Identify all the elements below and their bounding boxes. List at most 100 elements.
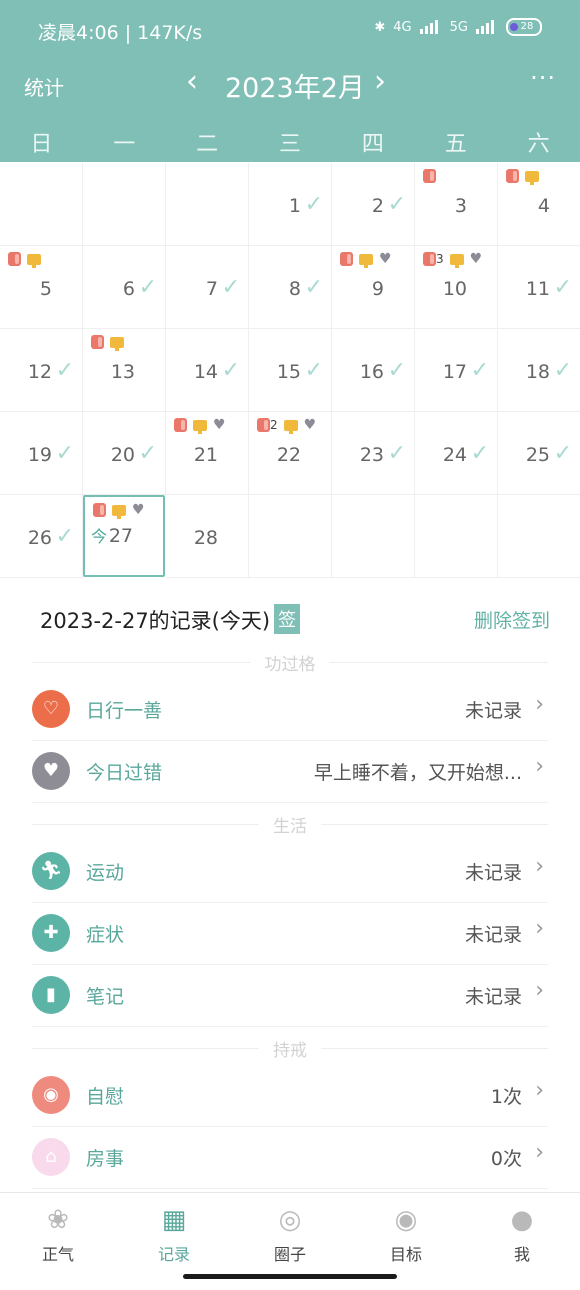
day-number: 2 bbox=[371, 195, 384, 217]
day-number: 23 bbox=[359, 444, 384, 466]
day-number: 14 bbox=[193, 361, 218, 383]
day-icons: ♥ bbox=[93, 503, 145, 519]
row-value: 早上睡不着，又开始想... bbox=[313, 762, 522, 784]
calendar-cell[interactable]: 18 ✓ bbox=[498, 329, 580, 412]
calendar-cell[interactable]: 7 ✓ bbox=[166, 246, 249, 329]
day-number: 25 bbox=[525, 444, 550, 466]
check-icon: ✓ bbox=[470, 441, 489, 466]
calendar-cell[interactable] bbox=[415, 495, 498, 578]
monitor-icon bbox=[110, 336, 124, 351]
calendar-cell[interactable]: 20 ✓ bbox=[83, 412, 166, 495]
chevron-right-icon: › bbox=[535, 1078, 544, 1103]
calendar-cell[interactable]: 24 ✓ bbox=[415, 412, 498, 495]
chevron-right-icon: › bbox=[535, 854, 544, 879]
record-row[interactable]: ✚ 症状 未记录 › bbox=[32, 902, 548, 965]
calendar-cell[interactable]: 25 ✓ bbox=[498, 412, 580, 495]
check-icon: ✓ bbox=[304, 358, 323, 383]
weekday-label: 二 bbox=[196, 132, 219, 157]
monitor-icon bbox=[525, 170, 539, 185]
check-icon: ✓ bbox=[553, 275, 572, 300]
network-label-5g: 5G bbox=[449, 19, 468, 35]
calendar-cell[interactable] bbox=[498, 495, 580, 578]
tab-person[interactable]: ● 我 bbox=[464, 1193, 580, 1290]
row-value: 1次 bbox=[490, 1086, 522, 1108]
check-icon: ✓ bbox=[304, 275, 323, 300]
calendar-cell[interactable]: ♥ 9 bbox=[332, 246, 415, 329]
next-month-button[interactable]: › bbox=[374, 64, 386, 99]
calendar-cell[interactable]: 26 ✓ bbox=[0, 495, 83, 578]
calendar-cell[interactable]: 8 ✓ bbox=[249, 246, 332, 329]
calendar-cell[interactable]: 1 ✓ bbox=[249, 163, 332, 246]
roll-icon bbox=[91, 335, 104, 349]
check-icon: ✓ bbox=[470, 358, 489, 383]
row-label: 自慰 bbox=[86, 1086, 125, 1108]
broken-heart-icon: ♥ bbox=[469, 251, 483, 267]
heart-icon: ♡ bbox=[32, 690, 70, 728]
calendar-cell[interactable]: 5 bbox=[0, 246, 83, 329]
day-number: 28 bbox=[193, 527, 218, 549]
calendar-cell[interactable]: 6 ✓ bbox=[83, 246, 166, 329]
calendar-cell[interactable]: 15 ✓ bbox=[249, 329, 332, 412]
prev-month-button[interactable]: ‹ bbox=[186, 64, 198, 99]
calendar-cell[interactable]: 23 ✓ bbox=[332, 412, 415, 495]
broken-heart-icon: ♥ bbox=[213, 417, 226, 433]
check-icon: ✓ bbox=[138, 441, 157, 466]
day-number: 19 bbox=[27, 444, 52, 466]
more-button[interactable]: ··· bbox=[530, 64, 556, 92]
home-indicator bbox=[183, 1274, 397, 1279]
calendar-cell[interactable]: 3 ♥ 10 bbox=[415, 246, 498, 329]
day-number: 3 bbox=[454, 195, 467, 217]
record-row[interactable]: 🏃︎ 运动 未记录 › bbox=[32, 840, 548, 903]
bluetooth-icon: ✱ bbox=[374, 19, 386, 35]
calendar-cell[interactable] bbox=[249, 495, 332, 578]
calendar-cell[interactable]: 12 ✓ bbox=[0, 329, 83, 412]
tab-label: 我 bbox=[513, 1245, 530, 1264]
tab-lotus[interactable]: ❀ 正气 bbox=[0, 1193, 116, 1290]
calendar-cell[interactable] bbox=[83, 163, 166, 246]
calendar-cell[interactable]: 2 ✓ bbox=[332, 163, 415, 246]
calendar-cell[interactable]: 2 ♥ 22 bbox=[249, 412, 332, 495]
chevron-right-icon: › bbox=[535, 978, 544, 1003]
record-row[interactable]: ◉ 自慰 1次 › bbox=[32, 1064, 548, 1127]
calendar-cell[interactable]: 3 bbox=[415, 163, 498, 246]
record-row[interactable]: ♥ 今日过错 早上睡不着，又开始想... › bbox=[32, 740, 548, 803]
broken-heart-icon: ♥ bbox=[379, 251, 392, 267]
roll-icon bbox=[93, 503, 106, 517]
record-row[interactable]: ♡ 日行一善 未记录 › bbox=[32, 678, 548, 741]
weekday-row: 日 一 二 三 四 五 六 bbox=[0, 126, 580, 158]
monitor-icon bbox=[112, 504, 126, 519]
calendar-cell[interactable]: 17 ✓ bbox=[415, 329, 498, 412]
day-number: 7 bbox=[205, 278, 218, 300]
record-row[interactable]: ▮ 笔记 未记录 › bbox=[32, 964, 548, 1027]
calendar-cell[interactable]: 19 ✓ bbox=[0, 412, 83, 495]
calendar-cell[interactable]: ♥ 21 bbox=[166, 412, 249, 495]
row-value: 未记录 bbox=[464, 986, 522, 1008]
calendar-cell[interactable]: ♥ 27 今 bbox=[83, 495, 165, 577]
calendar-cell[interactable]: 4 bbox=[498, 163, 580, 246]
day-count: 3 bbox=[436, 252, 444, 266]
check-icon: ✓ bbox=[55, 358, 74, 383]
calendar-cell[interactable]: 11 ✓ bbox=[498, 246, 580, 329]
calendar-cell[interactable] bbox=[332, 495, 415, 578]
day-number: 26 bbox=[27, 527, 52, 549]
check-icon: ✓ bbox=[221, 358, 240, 383]
section-title: 生活 bbox=[259, 812, 321, 837]
stats-button[interactable]: 统计 bbox=[24, 72, 64, 101]
calendar-cell[interactable] bbox=[166, 163, 249, 246]
calendar-cell[interactable]: 14 ✓ bbox=[166, 329, 249, 412]
day-icons: ♥ bbox=[340, 251, 392, 268]
sign-badge[interactable]: 签 bbox=[274, 604, 301, 634]
calendar-cell[interactable]: 28 bbox=[166, 495, 249, 578]
calendar-cell[interactable] bbox=[0, 163, 83, 246]
row-value: 0次 bbox=[490, 1148, 522, 1170]
weekday-label: 四 bbox=[361, 132, 384, 157]
network-label-4g: 4G bbox=[393, 19, 412, 35]
record-row[interactable]: ⌂ 房事 0次 › bbox=[32, 1126, 548, 1189]
check-icon: ✓ bbox=[55, 441, 74, 466]
roll-icon bbox=[423, 252, 436, 266]
delete-checkin-button[interactable]: 删除签到 bbox=[474, 606, 550, 633]
calendar-cell[interactable]: 16 ✓ bbox=[332, 329, 415, 412]
chevron-right-icon: › bbox=[535, 1140, 544, 1165]
calendar-cell[interactable]: 13 bbox=[83, 329, 166, 412]
status-icons: ✱ 4G 5G 28 bbox=[374, 18, 542, 36]
